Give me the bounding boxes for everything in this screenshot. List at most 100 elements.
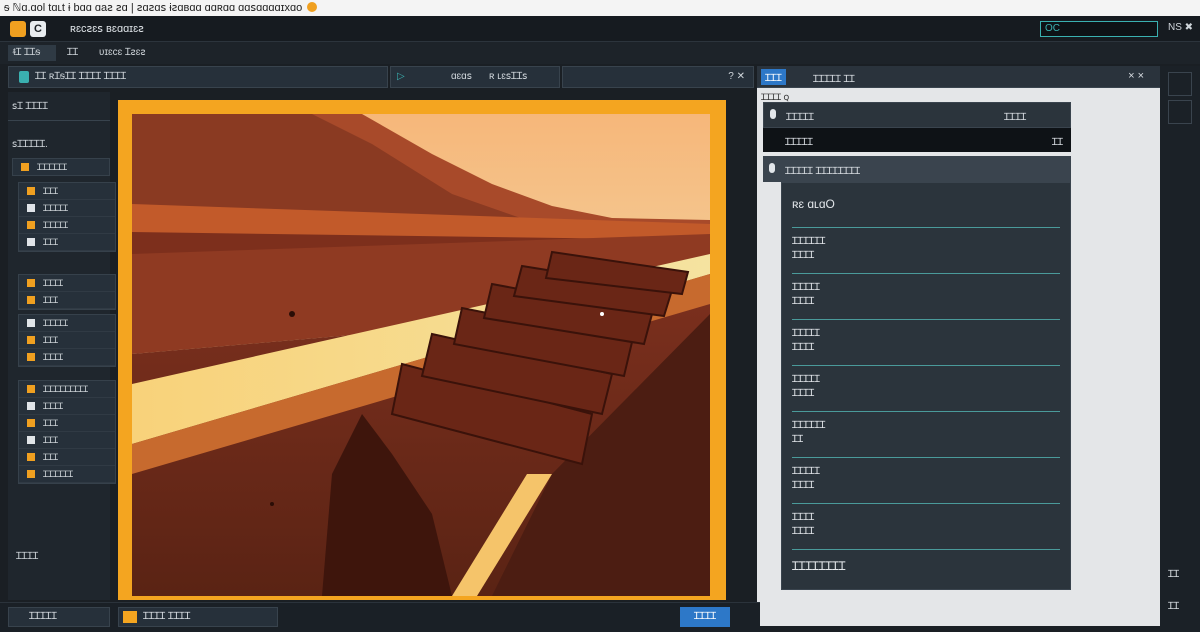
menubar: C ʀɛcꙅɛꜱ ʙɛɑɑɪɛꙅ OC NS ✖ — [0, 16, 1200, 42]
scene-illustration — [132, 114, 710, 596]
status-bar: ꞮꞮꞮꞮꞮ ꞮꞮꞮꞮ ꞮꞮꞮꞮ ꞮꞮꞮꞮ — [0, 602, 760, 632]
list-item-sub: ꞮꞮ — [792, 434, 804, 445]
right-panel-title: ꞮꞮꞮꞮꞮ ꞮꞮ — [813, 74, 855, 85]
sidebar-item[interactable]: ꞮꞮꞮꞮꞮ — [19, 315, 115, 332]
sidebar-group-1: ꞮꞮꞮ ꞮꞮꞮꞮꞮ ꞮꞮꞮꞮꞮ ꞮꞮꞮ — [18, 182, 116, 252]
app-secondary-icon[interactable]: C — [30, 21, 46, 37]
item-icon — [27, 296, 35, 304]
sidebar-group-2: ꞮꞮꞮꞮ ꞮꞮꞮ — [18, 274, 116, 310]
list-item-title[interactable]: ꞮꞮꞮꞮꞮ — [792, 465, 820, 479]
sidebar-bottom-label[interactable]: ꞮꞮꞮꞮ — [16, 548, 38, 562]
sidebar-item[interactable]: ꞮꞮꞮꞮꞮꞮ — [19, 466, 115, 483]
sidebar-item-label: ꞮꞮꞮꞮ — [43, 401, 64, 411]
sidebar-item[interactable]: ꞮꞮꞮꞮꞮ — [19, 217, 115, 234]
list-divider — [792, 411, 1060, 412]
side-tool-button[interactable] — [1168, 72, 1192, 96]
far-right-strip: ꞮꞮ ꞮꞮ — [1160, 66, 1200, 632]
list-item-title[interactable]: ꞮꞮꞮꞮꞮꞮꞮꞮ — [792, 559, 845, 573]
divider — [8, 120, 110, 121]
toolbar-button-2[interactable]: ꞮꞮ — [62, 45, 83, 61]
sidebar-section-label: ꞮꞮꞮꞮꞮꞮ — [37, 162, 68, 172]
list-item-title[interactable]: ꞮꞮꞮꞮꞮꞮ — [792, 235, 825, 249]
sidebar-item[interactable]: ꞮꞮꞮ — [19, 183, 115, 200]
list-item-title[interactable]: ʀɛ ɑʟɑO — [792, 197, 835, 211]
sidebar-item[interactable]: ꞮꞮꞮꞮ — [19, 275, 115, 292]
sidebar-item[interactable]: ꞮꞮꞮ — [19, 332, 115, 349]
list-divider — [792, 227, 1060, 228]
list-item-title[interactable]: ꞮꞮꞮꞮꞮꞮ — [792, 419, 825, 433]
sidebar-item[interactable]: ꞮꞮꞮꞮꞮ — [19, 200, 115, 217]
sidebar-item-label: ꞮꞮꞮꞮꞮꞮꞮꞮꞮ — [43, 384, 89, 394]
sidebar-item[interactable]: ꞮꞮꞮ — [19, 449, 115, 466]
sidebar-item-label: ꞮꞮꞮꞮꞮ — [43, 220, 69, 230]
item-icon — [27, 436, 35, 444]
list-item-title[interactable]: ꞮꞮꞮꞮ — [792, 511, 814, 525]
list-divider — [792, 273, 1060, 274]
center-panel-icon: ▷ — [397, 71, 405, 82]
sidebar-item[interactable]: ꞮꞮꞮ — [19, 234, 115, 251]
sidebar-item[interactable]: ꞮꞮꞮ — [19, 292, 115, 309]
tab-icon — [770, 109, 776, 119]
tab-right[interactable]: ꞮꞮꞮꞮ — [1004, 109, 1026, 123]
right-panel-badge[interactable]: ꞮꞮꞮ — [761, 69, 786, 85]
center-panel-header: ▷ ɑɛɑꜱ ʀ ʟɛꜱꞮꞮꜱ — [390, 66, 560, 88]
toolbar-button-1[interactable]: ᵵꞮ ꞮꞮᵴ — [8, 45, 56, 61]
sidebar-item-label: ꞮꞮꞮ — [43, 186, 59, 196]
sidebar-item[interactable]: ꞮꞮꞮꞮ — [19, 398, 115, 415]
center-panel-controls-label[interactable]: ? ✕ — [728, 67, 745, 87]
sidebar-item[interactable]: ꞮꞮꞮ — [19, 415, 115, 432]
center-panel-right-label[interactable]: ʀ ʟɛꜱꞮꞮꜱ — [489, 67, 527, 87]
sidebar-item[interactable]: ꞮꞮꞮꞮ — [19, 349, 115, 366]
sidebar-group-3: ꞮꞮꞮꞮꞮ ꞮꞮꞮ ꞮꞮꞮꞮ — [18, 314, 116, 367]
sidebar-item-label: ꞮꞮꞮ — [43, 295, 59, 305]
sidebar-heading-2: ꜱꞮꞮꞮꞮꞮ. — [12, 139, 48, 150]
status-action-button[interactable]: ꞮꞮꞮꞮ — [680, 607, 730, 627]
status-left[interactable]: ꞮꞮꞮꞮꞮ — [8, 607, 110, 627]
sidebar-section-row[interactable]: ꞮꞮꞮꞮꞮꞮ — [13, 159, 109, 176]
render-viewport[interactable] — [118, 100, 726, 600]
selected-item-value: ꞮꞮ — [1051, 137, 1063, 148]
status-middle[interactable]: ꞮꞮꞮꞮ ꞮꞮꞮꞮ — [118, 607, 278, 627]
list-divider — [792, 503, 1060, 504]
sidebar-heading-1: ꜱꞮ ꞮꞮꞮꞮ — [12, 101, 48, 112]
list-item-title[interactable]: ꞮꞮꞮꞮꞮ — [792, 373, 820, 387]
sidebar-item-label: ꞮꞮꞮꞮ — [43, 352, 64, 362]
toolbar: ᵵꞮ ꞮꞮᵴ ꞮꞮ ʋɪɛcɛ Ɪꙅɛꙅ — [0, 42, 1200, 64]
right-panel: ꞮꞮꞮ ꞮꞮꞮꞮꞮ ꞮꞮ × × ꞮꞮꞮꞮ ꞯ ꞮꞮꞮꞮꞮ ꞮꞮꞮꞮ ꞮꞮꞮꞮꞮ… — [757, 66, 1160, 626]
sidebar-item-label: ꞮꞮꞮꞮꞮ — [43, 318, 69, 328]
app-logo-icon[interactable] — [10, 21, 26, 37]
list-divider — [792, 365, 1060, 366]
item-icon — [27, 470, 35, 478]
selected-item-row[interactable]: ꞮꞮꞮꞮꞮ ꞮꞮ — [763, 128, 1071, 152]
sidebar-item[interactable]: ꞮꞮꞮ — [19, 432, 115, 449]
list-item-title[interactable]: ꞮꞮꞮꞮꞮ — [792, 327, 820, 341]
section-header[interactable]: ꞮꞮꞮꞮꞮ ꞮꞮꞮꞮꞮꞮꞮꞮ — [763, 156, 1071, 182]
window-controls[interactable]: NS ✖ — [1168, 22, 1193, 33]
sidebar-item-label: ꞮꞮꞮꞮꞮ — [43, 203, 69, 213]
menu-title[interactable]: ʀɛcꙅɛꜱ ʙɛɑɑɪɛꙅ — [70, 22, 144, 35]
status-middle-label: ꞮꞮꞮꞮ ꞮꞮꞮꞮ — [143, 611, 191, 622]
center-panel-left-label[interactable]: ɑɛɑꜱ — [451, 67, 472, 87]
left-panel-header-label: ꞮꞮ ʀꞮᵴꞮꞮ ꞮꞮꞮꞮ ꞮꞮꞮꞮ — [35, 71, 127, 82]
sidebar-section[interactable]: ꞮꞮꞮꞮꞮꞮ — [12, 158, 110, 176]
left-panel-header: ꞮꞮ ʀꞮᵴꞮꞮ ꞮꞮꞮꞮ ꞮꞮꞮꞮ — [8, 66, 388, 88]
item-icon — [27, 204, 35, 212]
tab-left[interactable]: ꞮꞮꞮꞮꞮ — [786, 109, 814, 123]
sidebar-item-label: ꞮꞮꞮ — [43, 418, 59, 428]
sidebar-item-label: ꞮꞮꞮ — [43, 452, 59, 462]
list-item-title[interactable]: ꞮꞮꞮꞮꞮ — [792, 281, 820, 295]
center-panel-controls: ? ✕ — [562, 66, 754, 88]
item-icon — [27, 238, 35, 246]
viewport-canvas[interactable] — [132, 114, 710, 596]
sidebar-group-4: ꞮꞮꞮꞮꞮꞮꞮꞮꞮ ꞮꞮꞮꞮ ꞮꞮꞮ ꞮꞮꞮ ꞮꞮꞮ ꞮꞮꞮꞮꞮꞮ — [18, 380, 116, 484]
toolbar-button-3[interactable]: ʋɪɛcɛ Ɪꙅɛꙅ — [94, 45, 151, 61]
section-header-label: ꞮꞮꞮꞮꞮ ꞮꞮꞮꞮꞮꞮꞮꞮ — [785, 166, 861, 177]
sidebar-item[interactable]: ꞮꞮꞮꞮꞮꞮꞮꞮꞮ — [19, 381, 115, 398]
left-sidebar: ꜱꞮ ꞮꞮꞮꞮ ꜱꞮꞮꞮꞮꞮ. ꞮꞮꞮꞮꞮꞮ ꞮꞮꞮ ꞮꞮꞮꞮꞮ ꞮꞮꞮꞮꞮ Ɪ… — [8, 92, 116, 600]
right-panel-controls[interactable]: × × — [1128, 70, 1144, 82]
search-input[interactable]: OC — [1040, 21, 1158, 37]
list-item-sub: ꞮꞮꞮꞮ — [792, 388, 815, 399]
item-icon — [27, 187, 35, 195]
side-tool-button[interactable] — [1168, 100, 1192, 124]
item-icon — [27, 353, 35, 361]
